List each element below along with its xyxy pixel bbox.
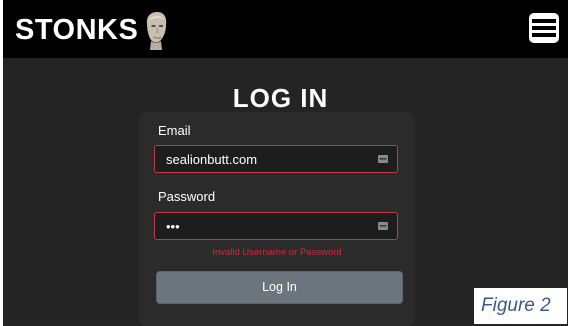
- email-label: Email: [158, 123, 191, 138]
- autofill-key-icon[interactable]: [378, 222, 388, 230]
- password-field[interactable]: •••: [154, 212, 398, 240]
- email-field[interactable]: sealionbutt.com: [154, 145, 398, 173]
- login-form: Email sealionbutt.com Password ••• Inval…: [139, 112, 415, 326]
- email-value: sealionbutt.com: [166, 151, 258, 167]
- figure-caption: Figure 2: [474, 288, 567, 324]
- meme-man-head-icon: [147, 12, 167, 50]
- login-error-message: Invalid Username or Password: [212, 247, 342, 258]
- password-value: •••: [166, 218, 180, 234]
- brand-name: STONKS: [15, 13, 139, 46]
- navbar: STONKS: [3, 0, 568, 58]
- hamburger-menu-icon: [529, 13, 559, 43]
- page-title: LOG IN: [232, 83, 329, 114]
- hamburger-menu-button[interactable]: [528, 12, 560, 44]
- login-button[interactable]: Log In: [156, 271, 403, 304]
- app-viewport: STONKS LOG IN Email sealionbutt.com Pass…: [3, 0, 568, 326]
- password-label: Password: [158, 189, 216, 204]
- autofill-key-icon[interactable]: [378, 155, 388, 163]
- brand[interactable]: STONKS: [15, 10, 171, 50]
